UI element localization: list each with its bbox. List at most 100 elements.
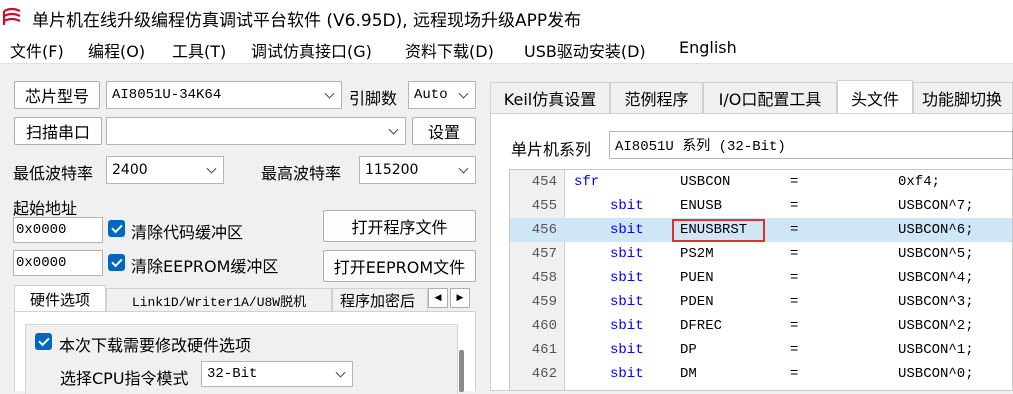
code-identifier: ENUSB	[680, 198, 723, 214]
chevron-down-icon	[335, 367, 346, 378]
chip-model-button[interactable]: 芯片型号	[14, 81, 100, 109]
tab-scroll-left-button[interactable]: ◀	[428, 288, 448, 308]
line-number: 457	[531, 246, 557, 262]
code-identifier: PDEN	[680, 294, 714, 310]
max-baud-select[interactable]: 115200	[359, 156, 476, 184]
mcu-series-value: AI8051U 系列 (32-Bit)	[615, 139, 786, 155]
pin-count-value: Auto	[414, 87, 448, 103]
tab-io-config-tool[interactable]: I/O口配置工具	[703, 82, 837, 114]
code-start-address-input[interactable]: 0x0000	[13, 217, 103, 243]
tab-example-programs[interactable]: 范例程序	[610, 82, 703, 114]
chevron-down-icon	[206, 163, 217, 174]
code-keyword: sbit	[610, 366, 644, 382]
tab-scroll-right-button[interactable]: ▶	[450, 288, 470, 308]
code-operator: =	[790, 198, 799, 214]
min-baud-value: 2400	[112, 162, 148, 178]
code-line[interactable]: 462 sbit DM = USBCON^0;	[510, 362, 1012, 386]
tab-pin-switch[interactable]: 功能脚切换	[913, 82, 1013, 114]
menu-tools[interactable]: 工具(T)	[172, 38, 226, 62]
code-keyword: sbit	[610, 342, 644, 358]
modify-hardware-label: 本次下载需要修改硬件选项	[59, 336, 252, 355]
chevron-down-icon	[388, 124, 399, 135]
code-identifier: USBCON	[680, 174, 731, 190]
pin-count-select[interactable]: Auto	[408, 81, 476, 109]
code-operator: =	[790, 246, 799, 262]
menu-downloads[interactable]: 资料下载(D)	[405, 38, 494, 62]
menu-file[interactable]: 文件(F)	[10, 38, 64, 62]
open-eeprom-file-button[interactable]: 打开EEPROM文件	[323, 250, 476, 282]
hardware-options-panel: 本次下载需要修改硬件选项 选择CPU指令模式 32-Bit	[14, 311, 476, 394]
tab-offline-programmer[interactable]: Link1D/Writer1A/U8W脱机	[106, 288, 332, 312]
code-keyword: sbit	[610, 270, 644, 286]
code-value: USBCON^0;	[898, 366, 974, 382]
serial-port-select[interactable]	[106, 117, 406, 145]
code-line[interactable]: 455 sbit ENUSB = USBCON^7;	[510, 194, 1012, 218]
code-line[interactable]: 459 sbit PDEN = USBCON^3;	[510, 290, 1012, 314]
modify-hardware-checkbox[interactable]	[35, 333, 52, 350]
code-operator: =	[790, 222, 799, 238]
chevron-down-icon	[458, 88, 469, 99]
hardware-options-group: 本次下载需要修改硬件选项 选择CPU指令模式 32-Bit	[25, 324, 458, 394]
cpu-mode-select[interactable]: 32-Bit	[201, 361, 353, 387]
min-baud-label: 最低波特率	[13, 164, 94, 183]
line-number: 462	[531, 366, 557, 382]
menu-usb-driver[interactable]: USB驱动安装(D)	[524, 38, 646, 62]
settings-button[interactable]: 设置	[412, 117, 476, 145]
menu-program[interactable]: 编程(O)	[88, 38, 145, 62]
pin-count-label: 引脚数	[349, 89, 398, 108]
line-number: 456	[531, 222, 557, 238]
annotation-highlight-box	[672, 219, 765, 242]
vertical-scrollbar[interactable]	[459, 350, 464, 392]
code-keyword: sbit	[610, 318, 644, 334]
code-identifier: DP	[680, 342, 697, 358]
menu-bar: 文件(F) 编程(O) 工具(T) 调试仿真接口(G) 资料下载(D) USB驱…	[0, 34, 1013, 64]
header-file-code-view[interactable]: 454 sfr USBCON = 0xf4; 455 sbit ENUSB = USBCON^7;…	[509, 169, 1013, 391]
mcu-series-label: 单片机系列	[511, 140, 592, 159]
open-program-file-button[interactable]: 打开程序文件	[323, 210, 476, 242]
code-keyword: sbit	[610, 246, 644, 262]
code-line[interactable]: 454 sfr USBCON = 0xf4;	[510, 170, 1012, 194]
code-value: USBCON^6;	[898, 222, 974, 238]
mcu-series-select[interactable]: AI8051U 系列 (32-Bit)	[609, 131, 1013, 159]
code-identifier: PUEN	[680, 270, 714, 286]
min-baud-select[interactable]: 2400	[106, 156, 224, 184]
menu-english[interactable]: English	[679, 38, 737, 57]
tab-encryption[interactable]: 程序加密后	[332, 288, 428, 312]
tab-hardware-options[interactable]: 硬件选项	[14, 285, 106, 312]
tab-keil-simulation[interactable]: Keil仿真设置	[490, 82, 610, 114]
code-keyword: sbit	[610, 198, 644, 214]
chevron-down-icon	[458, 163, 469, 174]
max-baud-value: 115200	[365, 162, 419, 178]
code-identifier: PS2M	[680, 246, 714, 262]
code-value: USBCON^5;	[898, 246, 974, 262]
clear-eeprom-buffer-checkbox[interactable]	[108, 254, 125, 271]
code-value: USBCON^1;	[898, 342, 974, 358]
cpu-mode-value: 32-Bit	[207, 366, 258, 382]
chip-model-value: AI8051U-34K64	[112, 87, 222, 103]
line-number: 461	[531, 342, 557, 358]
code-operator: =	[790, 342, 799, 358]
chevron-down-icon	[324, 88, 335, 99]
tab-header-files[interactable]: 头文件	[837, 80, 913, 114]
menu-debug-interface[interactable]: 调试仿真接口(G)	[251, 38, 372, 62]
code-line[interactable]: 461 sbit DP = USBCON^1;	[510, 338, 1012, 362]
eeprom-start-address-input[interactable]: 0x0000	[13, 250, 103, 276]
code-value: USBCON^7;	[898, 198, 974, 214]
code-line[interactable]: 460 sbit DFREC = USBCON^2;	[510, 314, 1012, 338]
line-number: 458	[531, 270, 557, 286]
clear-code-buffer-checkbox[interactable]	[108, 220, 125, 237]
code-identifier: DFREC	[680, 318, 723, 334]
code-line[interactable]: 456 sbit ENUSBRST = USBCON^6;	[510, 218, 1012, 242]
start-address-label: 起始地址	[13, 199, 78, 218]
code-value: USBCON^4;	[898, 270, 974, 286]
line-number: 455	[531, 198, 557, 214]
clear-eeprom-buffer-label: 清除EEPROM缓冲区	[131, 257, 279, 276]
code-keyword: sbit	[610, 294, 644, 310]
code-line[interactable]: 458 sbit PUEN = USBCON^4;	[510, 266, 1012, 290]
app-logo-icon	[2, 7, 21, 25]
chip-model-select[interactable]: AI8051U-34K64	[106, 81, 342, 109]
code-line[interactable]: 457 sbit PS2M = USBCON^5;	[510, 242, 1012, 266]
title-bar: 单片机在线升级编程仿真调试平台软件 (V6.95D), 远程现场升级APP发布	[0, 0, 1013, 34]
line-number: 454	[531, 174, 557, 190]
scan-port-button[interactable]: 扫描串口	[14, 117, 102, 145]
